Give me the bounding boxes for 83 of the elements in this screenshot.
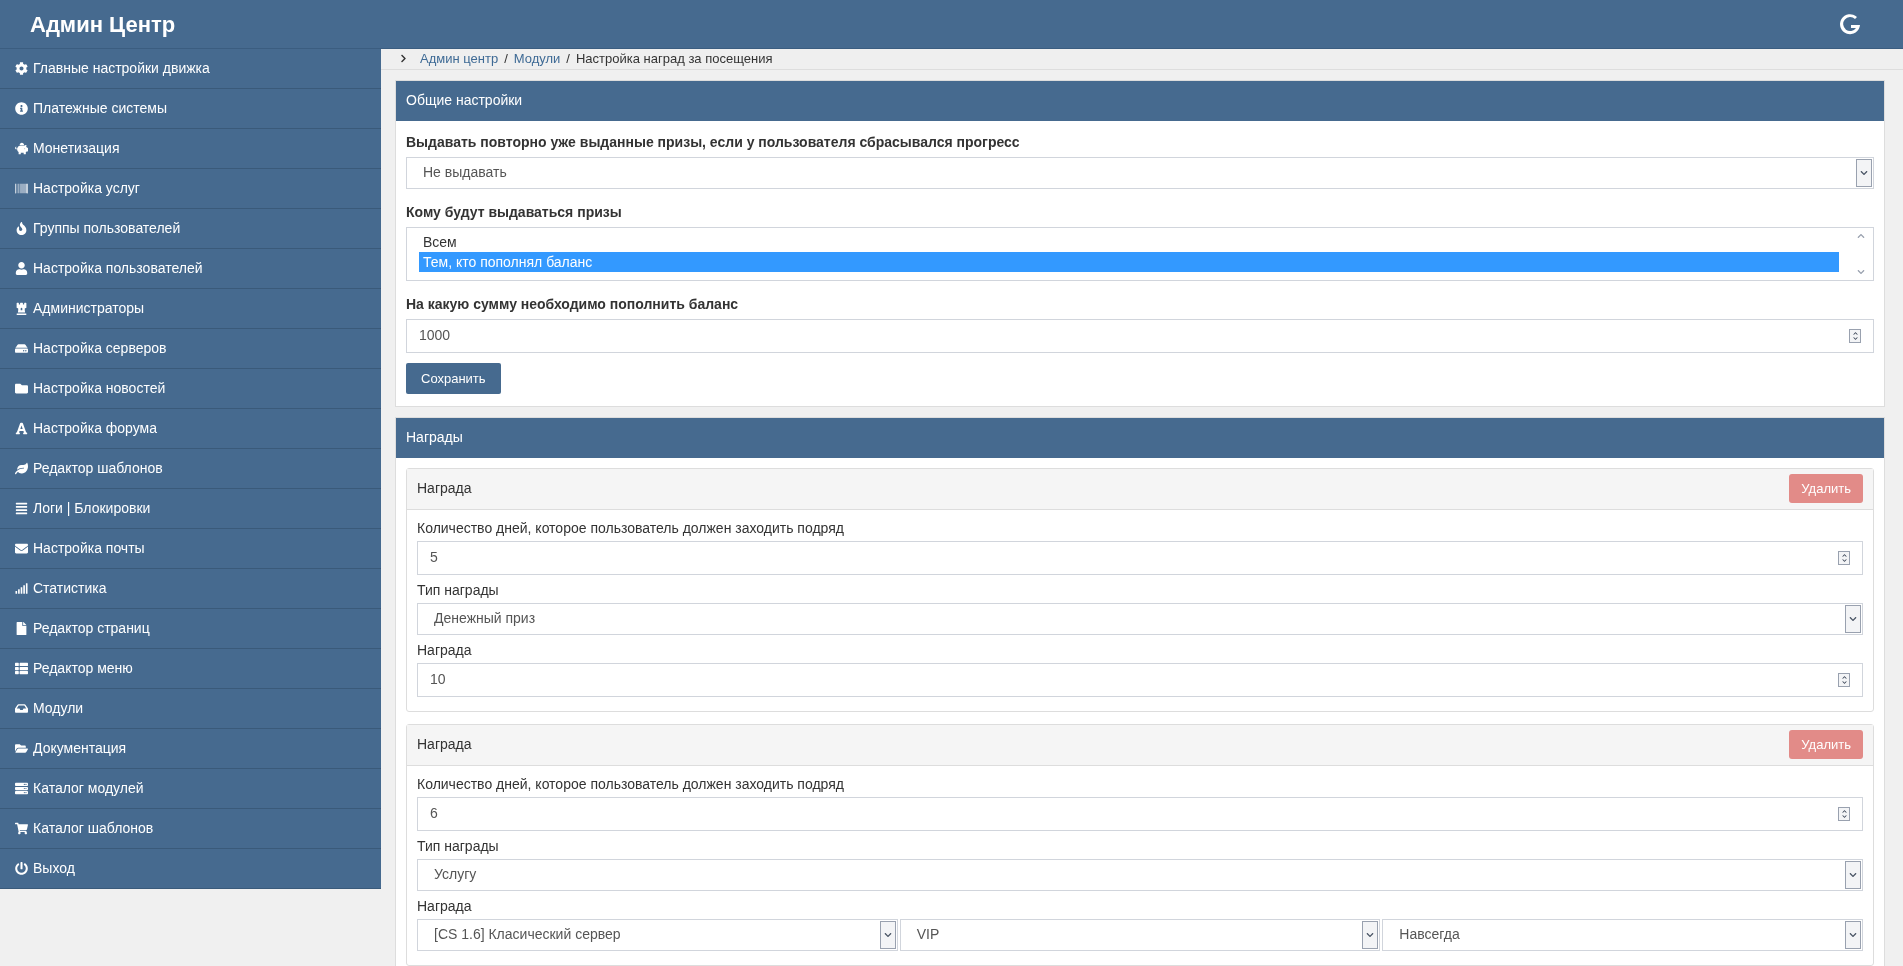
sidebar-item[interactable]: Выход [0,849,381,889]
power-icon [15,862,28,875]
barcode-icon [15,182,28,195]
sidebar-item[interactable]: Платежные системы [0,89,381,129]
number-field[interactable]: 5 [417,540,1863,575]
number-field[interactable]: 10 [417,662,1863,697]
gear-icon [15,62,28,75]
list-icon [15,662,28,675]
inbox-icon [15,702,28,715]
sidebar-item[interactable]: Модули [0,689,381,729]
spinner-icon[interactable] [1838,550,1850,565]
open-folder-icon [15,742,28,755]
select-field[interactable]: Услугу [417,858,1863,891]
spinner-icon[interactable] [1849,328,1861,343]
chevron-icon [399,54,408,64]
field-label: Тип награды [417,836,500,856]
sidebar-item[interactable]: Группы пользователей [0,209,381,249]
drive-icon [15,342,28,355]
leaf-icon [15,462,28,475]
field-label: Выдавать повторно уже выданные призы, если у пользователя сбрасывался прогресс [406,132,1021,152]
sidebar-item[interactable]: Администраторы [0,289,381,329]
piggy-bank-icon [15,142,28,155]
folder-icon [15,382,28,395]
sidebar-item[interactable]: Логи | Блокировки [0,489,381,529]
sidebar-item[interactable]: Каталог модулей [0,769,381,809]
app-title: Админ Центр [30,10,176,39]
breadcrumb-link[interactable]: Админ центр [420,49,499,69]
sidebar-item[interactable]: Документация [0,729,381,769]
sidebar-item[interactable]: Главные настройки движка [0,49,381,89]
sidebar-item[interactable]: Редактор меню [0,649,381,689]
number-field[interactable]: 6 [417,796,1863,831]
sidebar-item[interactable]: Статистика [0,569,381,609]
number-field[interactable]: 1000 [406,318,1874,353]
sidebar-item[interactable]: Редактор шаблонов [0,449,381,489]
field-label: Кому будут выдаваться призы [406,202,623,222]
spinner-icon[interactable] [1838,806,1850,821]
field-label: На какую сумму необходимо пополнить баланс [406,294,740,314]
select-field[interactable]: [CS 1.6] Класический сервер [417,918,898,951]
save-button[interactable]: Сохранить [406,362,501,394]
select-field[interactable]: Навсегда [1382,918,1863,951]
sidebar-item[interactable]: Настройка пользователей [0,249,381,289]
sidebar-item[interactable]: Настройка новостей [0,369,381,409]
tower-icon [15,302,28,315]
fire-icon [15,222,28,235]
lines-icon [15,502,28,515]
panel-header: Общие настройки [396,80,1884,121]
panel-header: Награды [396,417,1884,458]
breadcrumb-current: Настройка наград за посещения [575,50,773,68]
server-icon [15,782,28,795]
envelope-icon [15,542,28,555]
spinner-icon[interactable] [1838,672,1850,687]
breadcrumb-separator: / [566,50,570,68]
select-field[interactable]: VIP [899,918,1381,951]
cart-icon [15,822,28,835]
field-label: Награда [417,640,473,660]
card-title: Награда [417,735,472,755]
file-icon [15,622,28,635]
scroll-up-icon[interactable] [1857,231,1865,240]
letter-icon [15,422,28,435]
field-label: Награда [417,896,473,916]
sidebar-item[interactable]: Настройка форума [0,409,381,449]
sidebar-item[interactable]: Каталог шаблонов [0,809,381,849]
user-icon [15,262,28,275]
list-option[interactable]: Всем [419,231,1839,252]
breadcrumb-separator: / [504,50,508,68]
sidebar-item[interactable]: Настройка серверов [0,329,381,369]
field-label: Количество дней, которое пользователь должен заходить подряд [417,774,845,794]
logo-icon[interactable] [1837,11,1863,37]
listbox-field[interactable]: Всем Тем, кто пополнял баланс [406,226,1874,281]
list-option[interactable]: Тем, кто пополнял баланс [419,251,1839,272]
sidebar-item[interactable]: Настройка услуг [0,169,381,209]
field-label: Количество дней, которое пользователь должен заходить подряд [417,518,845,538]
select-field[interactable]: Не выдавать [406,156,1874,189]
field-label: Тип награды [417,580,500,600]
info-icon [15,102,28,115]
scroll-down-icon[interactable] [1857,267,1865,276]
bars-icon [15,582,28,595]
breadcrumb-link[interactable]: Модули [513,49,561,69]
sidebar-item[interactable]: Настройка почты [0,529,381,569]
select-field[interactable]: Денежный приз [417,602,1863,635]
card-title: Награда [417,479,472,499]
sidebar-item[interactable]: Монетизация [0,129,381,169]
sidebar-item[interactable]: Редактор страниц [0,609,381,649]
